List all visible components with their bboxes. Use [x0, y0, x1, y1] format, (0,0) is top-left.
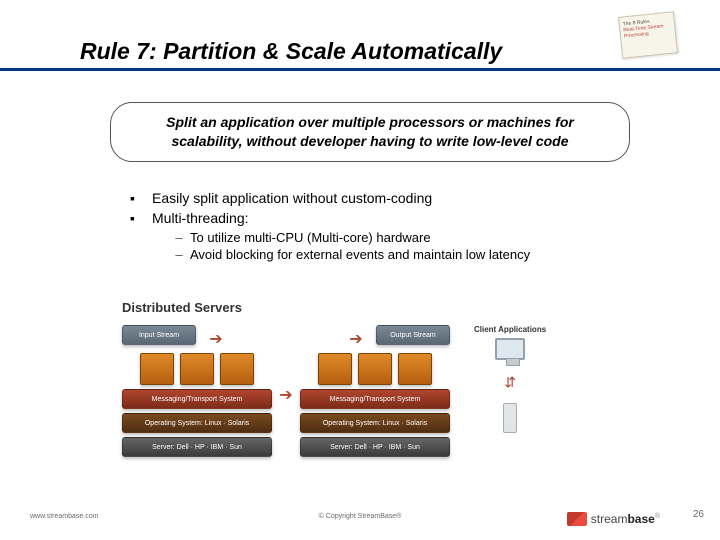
- app-box-icon: [140, 353, 174, 385]
- tower-icon: [503, 403, 517, 433]
- summary-callout: Split an application over multiple proce…: [110, 102, 630, 162]
- arrow-right-icon: ➔: [202, 325, 230, 349]
- app-boxes: [300, 353, 450, 385]
- server-bar: Server: Dell · HP · IBM · Sun: [122, 437, 272, 457]
- server-bar: Server: Dell · HP · IBM · Sun: [300, 437, 450, 457]
- monitor-icon: [495, 338, 525, 360]
- right-server-stack: ➔ Output Stream Messaging/Transport Syst…: [300, 325, 450, 461]
- page-number: 26: [693, 509, 704, 520]
- footer-copyright: © Copyright StreamBase®: [319, 513, 402, 520]
- messaging-bar: Messaging/Transport System: [300, 389, 450, 409]
- output-stream-label: Output Stream: [376, 325, 450, 345]
- bullet-1-text: Easily split application without custom-…: [152, 190, 432, 206]
- arrow-down-icon: ⇵: [496, 370, 524, 391]
- dash-icon: –: [168, 230, 190, 245]
- bullet-1: ▪ Easily split application without custo…: [130, 190, 660, 206]
- logo-mark-icon: [567, 512, 587, 526]
- arrow-right-icon: ➔: [272, 381, 300, 405]
- subbullet-2-text: Avoid blocking for external events and m…: [190, 247, 530, 262]
- bullet-2: ▪ Multi-threading:: [130, 210, 660, 226]
- brand-part-b: base: [627, 512, 654, 526]
- app-box-icon: [220, 353, 254, 385]
- app-box-icon: [318, 353, 352, 385]
- app-box-icon: [398, 353, 432, 385]
- footer-url: www.streambase.com: [30, 513, 98, 520]
- brand-logo: streambase®: [567, 512, 660, 526]
- bullet-2-text: Multi-threading:: [152, 210, 249, 226]
- messaging-bar: Messaging/Transport System: [122, 389, 272, 409]
- input-stream-label: Input Stream: [122, 325, 196, 345]
- app-boxes: [122, 353, 272, 385]
- slide-title: Rule 7: Partition & Scale Automatically: [80, 38, 680, 65]
- arrow-right-icon: ➔: [342, 325, 370, 349]
- architecture-diagram: Distributed Servers Input Stream ➔ Messa…: [122, 300, 602, 461]
- bullet-mark-icon: ▪: [130, 210, 152, 226]
- subbullet-1: – To utilize multi-CPU (Multi-core) hard…: [168, 230, 660, 245]
- client-applications: Client Applications ⇵: [474, 325, 546, 433]
- os-bar: Operating System: Linux · Solaris: [300, 413, 450, 433]
- app-box-icon: [180, 353, 214, 385]
- diagram-title: Distributed Servers: [122, 300, 602, 315]
- bullet-mark-icon: ▪: [130, 190, 152, 206]
- app-box-icon: [358, 353, 392, 385]
- client-label: Client Applications: [474, 325, 546, 334]
- title-underline: [0, 68, 720, 71]
- left-server-stack: Input Stream ➔ Messaging/Transport Syste…: [122, 325, 272, 461]
- brand-part-a: stream: [591, 512, 628, 526]
- subbullet-2: – Avoid blocking for external events and…: [168, 247, 660, 262]
- os-bar: Operating System: Linux · Solaris: [122, 413, 272, 433]
- bullet-list: ▪ Easily split application without custo…: [130, 190, 660, 262]
- registered-icon: ®: [655, 513, 660, 520]
- logo-text: streambase®: [591, 512, 660, 526]
- subbullet-1-text: To utilize multi-CPU (Multi-core) hardwa…: [190, 230, 431, 245]
- dash-icon: –: [168, 247, 190, 262]
